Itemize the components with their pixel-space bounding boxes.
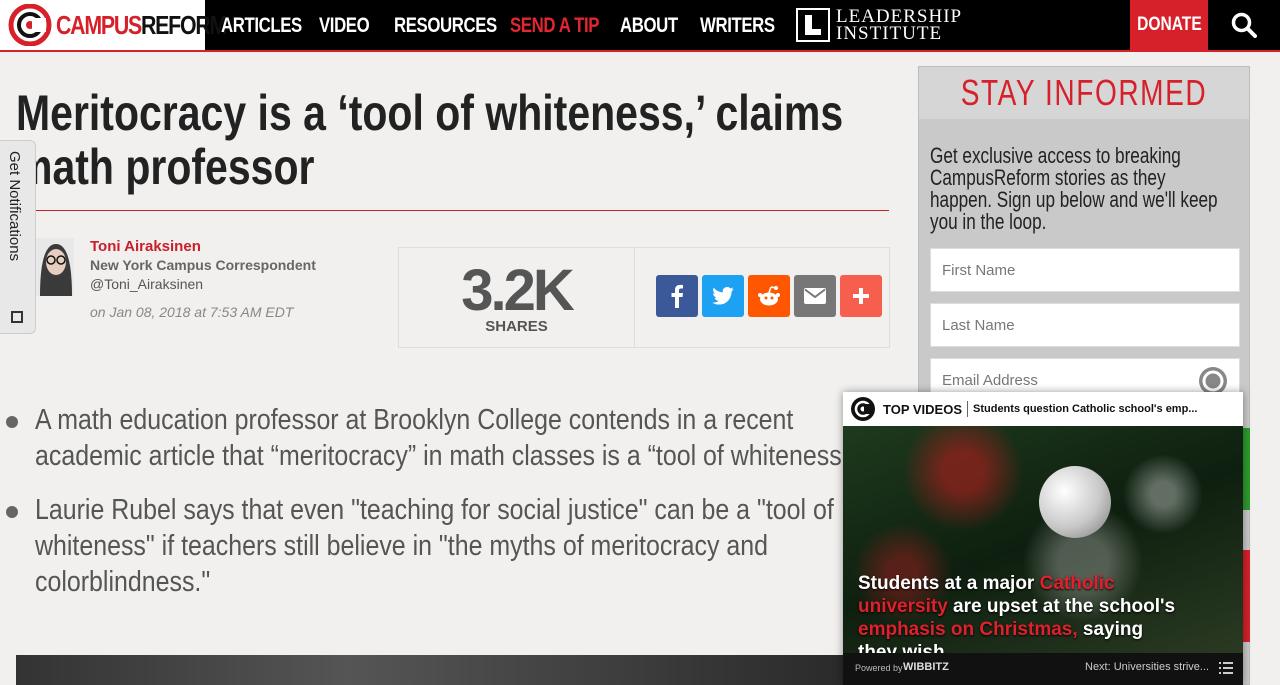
twitter-share-button[interactable] xyxy=(702,275,744,317)
next-video-link[interactable]: Next: Universities strive... xyxy=(1085,661,1209,673)
email-share-button[interactable] xyxy=(794,275,836,317)
search-button[interactable] xyxy=(1208,0,1280,50)
more-share-button[interactable] xyxy=(840,275,882,317)
facebook-share-button[interactable] xyxy=(656,275,698,317)
video-header: TOP VIDEOS Students question Catholic sc… xyxy=(843,392,1243,426)
donate-button[interactable]: DONATE xyxy=(1130,0,1208,50)
article-hero-image xyxy=(16,655,846,685)
publish-date: on Jan 08, 2018 at 7:53 AM EDT xyxy=(90,304,294,320)
video-footer: Powered by WIBBITZ Next: Universities st… xyxy=(843,653,1243,685)
nav-resources[interactable]: RESOURCES xyxy=(394,14,497,38)
twitter-icon xyxy=(712,287,734,305)
title-divider xyxy=(16,210,889,211)
logo-text: CAMPUSREFORM xyxy=(56,9,227,40)
nav-writers[interactable]: WRITERS xyxy=(700,14,775,38)
share-count: 3.2K xyxy=(461,258,575,323)
social-follow-button[interactable] xyxy=(1243,428,1250,510)
author-name-link[interactable]: Toni Airaksinen xyxy=(90,238,201,255)
article-title: Meritocracy is a ‘tool of whiteness,’ cl… xyxy=(16,85,844,195)
campus-reform-logo[interactable]: CAMPUSREFORM xyxy=(0,0,227,50)
top-nav: CAMPUSREFORM ARTICLES VIDEO RESOURCES SE… xyxy=(0,0,1280,52)
notifications-label: Get Notifications xyxy=(6,151,23,262)
nav-articles[interactable]: ARTICLES xyxy=(221,14,302,38)
share-panel: 3.2K SHARES xyxy=(398,247,890,348)
top-videos-label: TOP VIDEOS xyxy=(883,401,962,417)
summary-bullet: A math education professor at Brooklyn C… xyxy=(6,402,866,474)
playlist-icon[interactable] xyxy=(1219,662,1233,674)
notification-icon xyxy=(11,311,23,323)
powered-by-label: Powered by xyxy=(855,663,903,673)
christmas-ornament xyxy=(1039,466,1111,538)
plus-icon xyxy=(853,288,869,304)
signup-description: Get exclusive access to breaking CampusR… xyxy=(930,143,1218,234)
campus-reform-small-icon xyxy=(851,397,875,421)
video-frame[interactable]: Students at a major Catholic university … xyxy=(843,426,1243,653)
video-header-divider xyxy=(967,401,968,417)
share-label: SHARES xyxy=(485,318,548,335)
ad-banner-edge[interactable] xyxy=(1243,550,1250,642)
nav-send-a-tip[interactable]: SEND A TIP xyxy=(510,14,599,38)
nav-about[interactable]: ABOUT xyxy=(620,14,678,38)
reddit-icon xyxy=(758,286,780,306)
nav-video[interactable]: VIDEO xyxy=(319,14,370,38)
leadership-institute-text: LEADERSHIP INSTITUTE xyxy=(836,6,963,44)
top-videos-player[interactable]: TOP VIDEOS Students question Catholic sc… xyxy=(843,392,1243,685)
summary-bullet: Laurie Rubel says that even "teaching fo… xyxy=(6,492,866,600)
signup-title: STAY INFORMED xyxy=(960,72,1208,113)
author-handle[interactable]: @Toni_Airaksinen xyxy=(90,276,203,292)
author-avatar[interactable] xyxy=(36,238,74,296)
article-summary-list: A math education professor at Brooklyn C… xyxy=(6,402,866,618)
video-title[interactable]: Students question Catholic school's emp.… xyxy=(973,403,1197,415)
share-divider xyxy=(634,248,635,347)
email-placeholder: Email Address xyxy=(942,371,1038,389)
get-notifications-tab[interactable]: Get Notifications xyxy=(0,140,36,334)
leadership-institute-icon xyxy=(796,8,830,42)
search-icon xyxy=(1231,12,1257,38)
last-name-field[interactable]: Last Name xyxy=(930,303,1240,347)
leadership-institute-logo[interactable]: LEADERSHIP INSTITUTE xyxy=(796,6,963,44)
video-caption: Students at a major Catholic university … xyxy=(858,573,1176,653)
email-icon xyxy=(804,288,826,304)
reddit-share-button[interactable] xyxy=(748,275,790,317)
facebook-icon xyxy=(671,284,683,308)
first-name-field[interactable]: First Name xyxy=(930,248,1240,292)
logo-mark-icon xyxy=(8,3,54,47)
signup-header: STAY INFORMED xyxy=(919,67,1249,119)
wibbitz-logo[interactable]: WIBBITZ xyxy=(903,661,949,673)
author-role: New York Campus Correspondent xyxy=(90,257,316,273)
